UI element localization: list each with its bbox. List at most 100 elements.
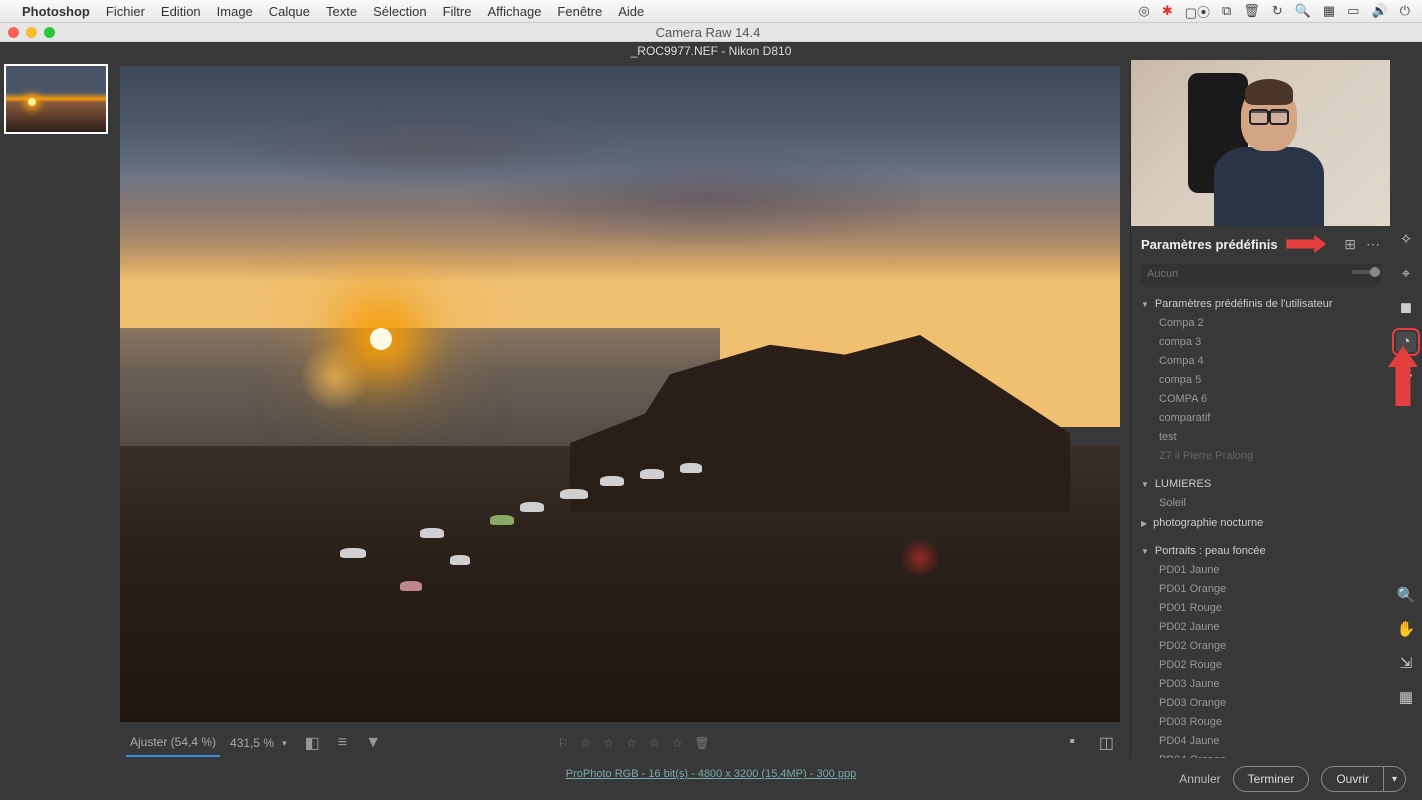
- filmstrip-thumb[interactable]: [4, 64, 108, 134]
- annotation-arrow-icon: [1286, 235, 1326, 253]
- open-dropdown-icon[interactable]: ▾: [1384, 766, 1406, 792]
- edit-tool-icon[interactable]: ✧: [1396, 230, 1416, 250]
- preset-item[interactable]: compa 5: [1131, 371, 1390, 390]
- preset-item[interactable]: Compa 2: [1131, 314, 1390, 333]
- preset-item[interactable]: PD03 Jaune: [1131, 675, 1390, 694]
- filter-icon[interactable]: ▼: [365, 734, 381, 752]
- document-filename: _ROC9977.NEF: [631, 44, 718, 58]
- preset-group-portraits[interactable]: ▼Portraits : peau foncée: [1131, 541, 1390, 561]
- status-xd-icon[interactable]: ✱: [1162, 3, 1173, 19]
- create-preset-icon[interactable]: ⊞: [1344, 236, 1356, 253]
- right-toolbar: ✧ ⌖ ◼ ◔ ⋯ 🔍 ✋ ⇲ ▦: [1390, 60, 1422, 758]
- preset-item[interactable]: PD01 Rouge: [1131, 599, 1390, 618]
- preset-item[interactable]: Z7 ii Pierre Pralong: [1131, 447, 1390, 466]
- preset-item[interactable]: PD01 Jaune: [1131, 561, 1390, 580]
- panel-menu-icon[interactable]: ⋯: [1366, 236, 1380, 253]
- status-grid-icon[interactable]: ▦: [1323, 3, 1335, 19]
- app-name[interactable]: Photoshop: [22, 4, 90, 19]
- grid-tool-icon[interactable]: ▦: [1396, 688, 1416, 708]
- preset-item[interactable]: test: [1131, 428, 1390, 447]
- compare-toggle-icon[interactable]: ◧: [305, 733, 320, 753]
- menu-edition[interactable]: Edition: [161, 4, 201, 19]
- status-binoculars-icon[interactable]: 🔍: [1295, 3, 1311, 19]
- image-canvas[interactable]: [120, 66, 1120, 722]
- status-screen-icon[interactable]: ▭: [1347, 3, 1359, 19]
- document-title-strip: _ROC9977.NEF - Nikon D810: [0, 42, 1422, 60]
- zoom-tool-icon[interactable]: 🔍: [1396, 586, 1416, 606]
- document-camera: Nikon D810: [729, 44, 792, 58]
- sampler-tool-icon[interactable]: ⇲: [1396, 654, 1416, 674]
- image-viewer: Ajuster (54,4 %) 431,5 % ▾ ◧ ≡ ▼ ⚐ ☆ ☆ ☆…: [114, 60, 1130, 758]
- output-settings-link[interactable]: ProPhoto RGB - 16 bit(s) - 4800 x 3200 (…: [566, 768, 856, 780]
- sort-icon[interactable]: ≡: [338, 734, 347, 752]
- preset-item[interactable]: PD03 Rouge: [1131, 713, 1390, 732]
- zoom-fit-button[interactable]: Ajuster (54,4 %): [126, 729, 220, 757]
- presets-tool-icon[interactable]: ◔: [1396, 332, 1416, 352]
- menu-selection[interactable]: Sélection: [373, 4, 426, 19]
- menu-image[interactable]: Image: [217, 4, 253, 19]
- menu-aide[interactable]: Aide: [618, 4, 644, 19]
- preset-group-nocturne[interactable]: ▶photographie nocturne: [1131, 513, 1390, 533]
- cancel-button[interactable]: Annuler: [1179, 772, 1220, 786]
- preset-item[interactable]: PD02 Orange: [1131, 637, 1390, 656]
- star-icon[interactable]: ☆: [581, 736, 598, 750]
- hand-tool-icon[interactable]: ✋: [1396, 620, 1416, 640]
- preset-list[interactable]: ▼Paramètres prédéfinis de l'utilisateur …: [1131, 290, 1390, 758]
- status-record-icon[interactable]: ▢⦿: [1185, 2, 1210, 21]
- filmstrip: [0, 60, 114, 758]
- menu-fenetre[interactable]: Fenêtre: [557, 4, 602, 19]
- webcam-overlay: [1131, 60, 1390, 226]
- flag-icon[interactable]: ⚐: [558, 736, 575, 750]
- status-display-icon[interactable]: ⧉: [1222, 3, 1231, 19]
- rating-stars[interactable]: ⚐ ☆ ☆ ☆ ☆ ☆ 🗑: [558, 736, 716, 750]
- preset-item[interactable]: PD03 Orange: [1131, 694, 1390, 713]
- preset-item[interactable]: Compa 4: [1131, 352, 1390, 371]
- before-after-icon[interactable]: ◫: [1099, 733, 1114, 753]
- menu-affichage[interactable]: Affichage: [487, 4, 541, 19]
- star-icon[interactable]: ☆: [649, 736, 666, 750]
- preset-item[interactable]: PD02 Jaune: [1131, 618, 1390, 637]
- star-icon[interactable]: ☆: [672, 736, 689, 750]
- spot-tool-icon[interactable]: ◼: [1396, 298, 1416, 318]
- preset-item[interactable]: PD01 Orange: [1131, 580, 1390, 599]
- macos-menubar: Photoshop Fichier Edition Image Calque T…: [0, 0, 1422, 22]
- single-view-icon[interactable]: ▪: [1069, 733, 1075, 753]
- preset-item[interactable]: comparatif: [1131, 409, 1390, 428]
- photo-preview: [120, 66, 1120, 722]
- preset-group-lumieres[interactable]: ▼LUMIERES: [1131, 474, 1390, 494]
- status-cc-icon[interactable]: ◎: [1138, 3, 1149, 19]
- status-sync-icon[interactable]: ↻: [1272, 3, 1283, 19]
- preset-search-input[interactable]: [1141, 264, 1380, 284]
- done-button[interactable]: Terminer: [1233, 766, 1310, 792]
- menu-texte[interactable]: Texte: [326, 4, 357, 19]
- presets-panel: Paramètres prédéfinis ⊞ ⋯ ▼Paramètres pr…: [1130, 60, 1390, 758]
- crop-tool-icon[interactable]: ⌖: [1396, 264, 1416, 284]
- status-volume-icon[interactable]: 🔊: [1372, 3, 1388, 19]
- star-icon[interactable]: ☆: [626, 736, 643, 750]
- status-power-icon[interactable]: ⏻: [1400, 3, 1410, 19]
- star-icon[interactable]: ☆: [603, 736, 620, 750]
- preset-amount-slider[interactable]: [1352, 270, 1380, 274]
- window-titlebar: Camera Raw 14.4: [0, 22, 1422, 42]
- menu-calque[interactable]: Calque: [269, 4, 310, 19]
- menu-fichier[interactable]: Fichier: [106, 4, 145, 19]
- panel-title: Paramètres prédéfinis: [1141, 237, 1286, 252]
- traffic-close-icon[interactable]: [8, 27, 19, 38]
- preset-item[interactable]: COMPA 6: [1131, 390, 1390, 409]
- open-button[interactable]: Ouvrir: [1321, 766, 1384, 792]
- preset-item[interactable]: Soleil: [1131, 494, 1390, 513]
- preset-item[interactable]: PD04 Orange: [1131, 751, 1390, 758]
- zoom-dropdown-icon[interactable]: ▾: [282, 738, 287, 749]
- panel-header: Paramètres prédéfinis ⊞ ⋯: [1131, 226, 1390, 262]
- preset-group-user[interactable]: ▼Paramètres prédéfinis de l'utilisateur: [1131, 294, 1390, 314]
- zoom-level-display[interactable]: 431,5 %: [226, 730, 278, 756]
- status-trash-icon[interactable]: 🗑: [1243, 3, 1260, 19]
- viewer-toolbar: Ajuster (54,4 %) 431,5 % ▾ ◧ ≡ ▼ ⚐ ☆ ☆ ☆…: [120, 728, 1120, 758]
- traffic-zoom-icon[interactable]: [44, 27, 55, 38]
- menu-filtre[interactable]: Filtre: [443, 4, 472, 19]
- preset-item[interactable]: PD02 Rouge: [1131, 656, 1390, 675]
- trash-rating-icon[interactable]: 🗑: [694, 736, 715, 750]
- preset-item[interactable]: compa 3: [1131, 333, 1390, 352]
- traffic-minimize-icon[interactable]: [26, 27, 37, 38]
- preset-item[interactable]: PD04 Jaune: [1131, 732, 1390, 751]
